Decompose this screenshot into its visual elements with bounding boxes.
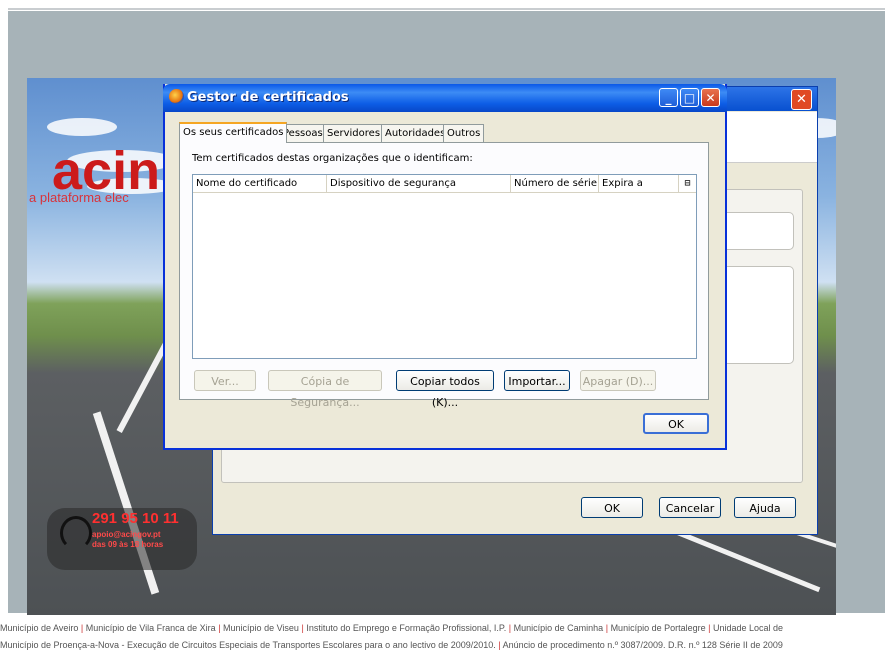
import-button[interactable]: Importar...	[504, 370, 570, 391]
ticker-item[interactable]: Município de Caminha	[514, 623, 604, 633]
ticker-item[interactable]: Município de Aveiro	[0, 623, 78, 633]
certificate-list[interactable]: Nome do certificado Dispositivo de segur…	[192, 174, 697, 359]
backup-button[interactable]: Cópia de Segurança...	[268, 370, 382, 409]
ticker-item[interactable]: Município de Viseu	[223, 623, 299, 633]
firefox-icon	[169, 89, 184, 104]
tab-others[interactable]: Outros	[443, 124, 485, 142]
column-header-expires[interactable]: Expira a	[599, 175, 679, 192]
view-button[interactable]: Ver...	[194, 370, 256, 391]
support-phone: 291 95 10 11	[92, 510, 179, 527]
close-button[interactable]: ✕	[701, 88, 720, 107]
background-cancel-button[interactable]: Cancelar	[659, 497, 721, 518]
news-ticker-line-1: Município de Aveiro | Município de Vila …	[0, 623, 784, 633]
ticker-item[interactable]: Instituto do Emprego e Formação Profissi…	[306, 623, 506, 633]
ticker-item[interactable]: Município de Portalegre	[611, 623, 706, 633]
tab-authorities[interactable]: Autoridades	[381, 124, 450, 142]
tab-servers[interactable]: Servidores	[323, 124, 385, 142]
certificate-list-header: Nome do certificado Dispositivo de segur…	[193, 175, 696, 193]
minimize-button[interactable]: _	[659, 88, 678, 107]
backup-all-button[interactable]: Copiar todos (K)...	[396, 370, 494, 409]
column-header-security-device[interactable]: Dispositivo de segurança	[327, 175, 511, 192]
ok-button[interactable]: OK	[643, 413, 709, 434]
top-divider	[8, 8, 885, 10]
tab-panel: Tem certificados destas organizações que…	[179, 142, 709, 409]
dialog-title: Gestor de certificados	[187, 90, 349, 105]
ticker-item[interactable]: Município de Proença-a-Nova - Execução d…	[0, 640, 496, 650]
news-ticker-line-2: Município de Proença-a-Nova - Execução d…	[0, 640, 783, 650]
tab-your-certificates[interactable]: Os seus certificados	[179, 122, 288, 143]
background-help-button[interactable]: Ajuda	[734, 497, 796, 518]
maximize-button[interactable]: □	[680, 88, 699, 107]
ticker-item[interactable]: Município de Vila Franca de Xira	[86, 623, 216, 633]
column-picker-icon[interactable]: ⊟	[679, 175, 696, 192]
panel-description: Tem certificados destas organizações que…	[192, 153, 473, 164]
logo-tagline: a plataforma elec	[29, 190, 129, 205]
headset-icon	[60, 516, 92, 550]
column-header-certificate-name[interactable]: Nome do certificado	[193, 175, 327, 192]
certificate-manager-dialog: Gestor de certificados _ □ ✕ Os seus cer…	[163, 84, 727, 450]
ticker-item[interactable]: Unidade Local de	[713, 623, 783, 633]
delete-button[interactable]: Apagar (D)...	[580, 370, 656, 391]
ticker-item[interactable]: Anúncio de procedimento n.º 3087/2009. D…	[503, 640, 783, 650]
cloud-shape	[47, 118, 117, 136]
support-email: apoio@acingov.pt	[92, 530, 161, 539]
column-header-serial-number[interactable]: Número de série	[511, 175, 599, 192]
support-hours: das 09 às 18 horas	[92, 540, 164, 549]
dialog-titlebar[interactable]: Gestor de certificados _ □ ✕	[163, 84, 727, 112]
background-ok-button[interactable]: OK	[581, 497, 643, 518]
background-dialog-close-button[interactable]: ✕	[791, 89, 812, 110]
